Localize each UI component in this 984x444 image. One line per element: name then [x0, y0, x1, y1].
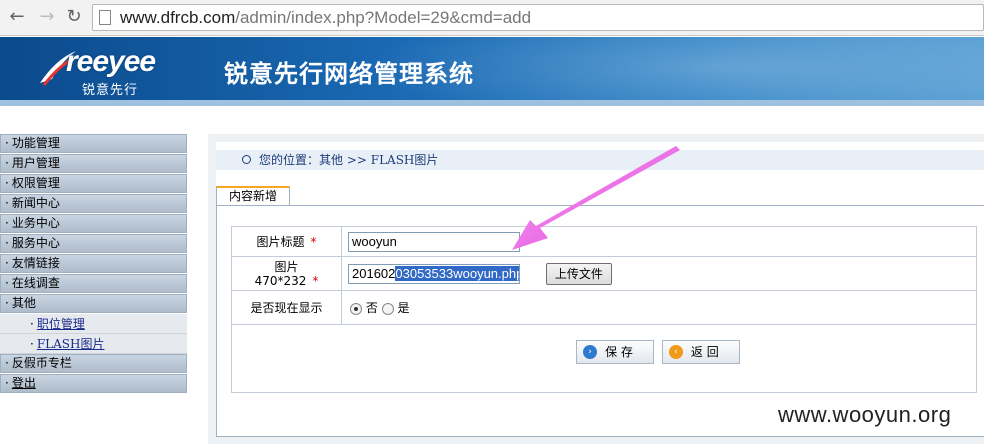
sidebar-item-logout[interactable]: · 登出 — [0, 374, 187, 393]
logo: reeyee 锐意先行 — [38, 43, 198, 98]
image-path-input[interactable]: 20160203053533wooyun.php — [348, 263, 520, 284]
image-label: 图片 470*232 * — [231, 256, 342, 291]
radio-yes[interactable] — [381, 302, 394, 315]
forward-icon[interactable]: → — [36, 6, 58, 28]
content-form: 图片标题 * wooyun 图片 470*232 * 20160203053533w… — [231, 226, 977, 393]
brand-name-cn: 锐意先行 — [82, 83, 139, 98]
header-banner: reeyee 锐意先行 锐意先行网络管理系统 — [0, 37, 984, 100]
sidebar-item-other[interactable]: · 其他 — [0, 294, 187, 313]
title-input[interactable]: wooyun — [348, 231, 520, 252]
address-bar[interactable]: www.dfrcb.com/admin/index.php?Model=29&c… — [92, 4, 984, 31]
breadcrumb: 您的位置：其他 >> FLASH图片 — [216, 150, 984, 170]
back-button[interactable]: ‹ 返 回 — [661, 339, 740, 364]
flash-link[interactable]: FLASH图片 — [37, 337, 105, 351]
upload-file-button[interactable]: 上传文件 — [545, 262, 612, 285]
url-text: www.dfrcb.com/admin/index.php?Model=29&c… — [120, 8, 532, 27]
sidebar-subitem-flash[interactable]: · FLASH图片 — [0, 334, 187, 354]
radio-no[interactable] — [350, 302, 362, 315]
sidebar-item-function[interactable]: · 功能管理 — [0, 134, 187, 153]
circle-icon — [242, 155, 251, 164]
reload-icon[interactable]: ↻ — [63, 6, 85, 28]
sidebar-item-users[interactable]: · 用户管理 — [0, 154, 187, 173]
brand-name: reeyee — [66, 45, 156, 78]
save-button[interactable]: › 保 存 — [576, 339, 655, 364]
tab-add-content[interactable]: 内容新增 — [216, 186, 290, 206]
system-title: 锐意先行网络管理系统 — [224, 60, 474, 88]
title-label: 图片标题 * — [231, 226, 342, 257]
sidebar-item-counterfeit[interactable]: · 反假币专栏 — [0, 354, 187, 373]
arrow-right-icon: › — [583, 345, 598, 359]
main-content: 您的位置：其他 >> FLASH图片 内容新增 图片标题 * wooyun 图片 … — [208, 134, 984, 444]
sidebar-subitem-jobs[interactable]: · 职位管理 — [0, 314, 187, 334]
watermark: www.wooyun.org — [778, 402, 952, 427]
show-label: 是否现在显示 — [231, 290, 342, 325]
sidebar-item-survey[interactable]: · 在线调查 — [0, 274, 187, 293]
banner-divider — [0, 100, 984, 106]
back-icon[interactable]: ← — [6, 6, 28, 28]
page-icon — [99, 10, 111, 25]
sidebar-item-permissions[interactable]: · 权限管理 — [0, 174, 187, 193]
sidebar-item-links[interactable]: · 友情链接 — [0, 254, 187, 273]
sidebar-item-news[interactable]: · 新闻中心 — [0, 194, 187, 213]
radio-no-label: 否 — [365, 301, 378, 315]
radio-yes-label: 是 — [397, 301, 410, 315]
arrow-left-icon: ‹ — [668, 345, 683, 359]
browser-toolbar: ← → ↻ www.dfrcb.com/admin/index.php?Mode… — [0, 0, 984, 36]
sidebar-item-business[interactable]: · 业务中心 — [0, 214, 187, 233]
jobs-link[interactable]: 职位管理 — [37, 317, 85, 331]
sidebar-menu: · 功能管理 · 用户管理 · 权限管理 · 新闻中心 · 业务中心 · 服务中心 · 友情链… — [0, 134, 187, 394]
sidebar-item-service[interactable]: · 服务中心 — [0, 234, 187, 253]
